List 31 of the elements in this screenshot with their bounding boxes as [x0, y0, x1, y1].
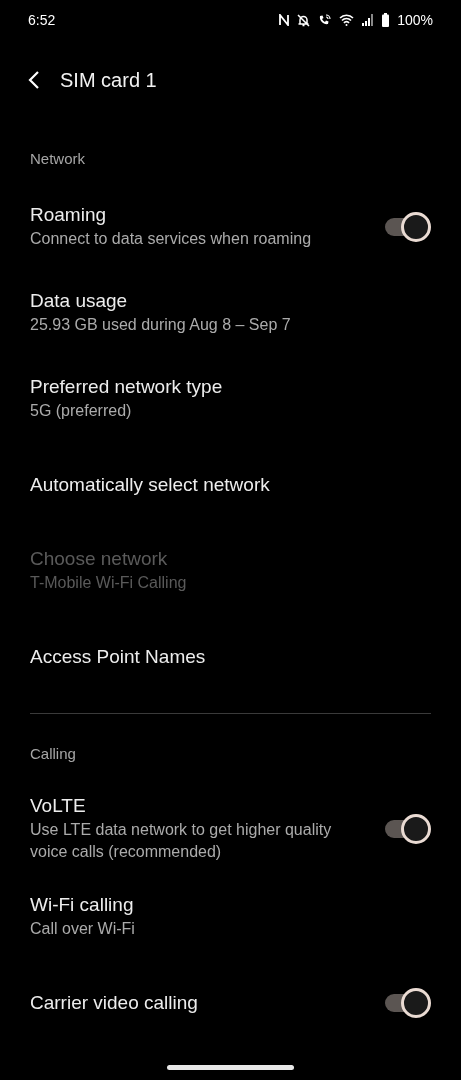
setting-title: Data usage [30, 289, 129, 314]
setting-summary: T-Mobile Wi-Fi Calling [30, 573, 188, 594]
setting-title: VoLTE [30, 794, 87, 819]
toggle-switch[interactable] [385, 212, 431, 242]
back-icon[interactable] [28, 71, 40, 89]
battery-icon [382, 13, 390, 27]
toggle-switch[interactable] [385, 988, 431, 1018]
section-heading: Network [29, 149, 86, 169]
status-time: 6:52 [28, 10, 56, 30]
setting-summary: 25.93 GB used during Aug 8 – Sep 7 [30, 315, 292, 336]
setting-summary: Use LTE data network to get higher quality voice calls (recommended) [30, 819, 333, 863]
setting-summary: Connect to data services when roaming [30, 229, 313, 250]
setting-title: Wi-Fi calling [30, 893, 135, 918]
page-title: SIM card 1 [60, 68, 157, 93]
toggle-switch[interactable] [385, 814, 431, 844]
bell-off-icon [297, 13, 311, 27]
setting-title: Carrier video calling [30, 990, 199, 1015]
setting-title: Choose network [30, 547, 169, 572]
wifi-call-icon [318, 13, 332, 27]
signal-icon [362, 14, 375, 26]
setting-title: Roaming [30, 203, 108, 228]
setting-title: Preferred network type [30, 375, 224, 400]
setting-title: Automatically select network [30, 472, 271, 497]
setting-summary: Call over Wi-Fi [30, 919, 136, 940]
setting-title: Access Point Names [30, 644, 207, 669]
nfc-icon [279, 14, 290, 26]
gesture-handle[interactable] [167, 1065, 294, 1070]
setting-summary: 5G (preferred) [30, 401, 133, 422]
wifi-icon [339, 14, 355, 26]
section-heading: Calling [29, 744, 77, 764]
battery-percent: 100% [397, 10, 433, 30]
